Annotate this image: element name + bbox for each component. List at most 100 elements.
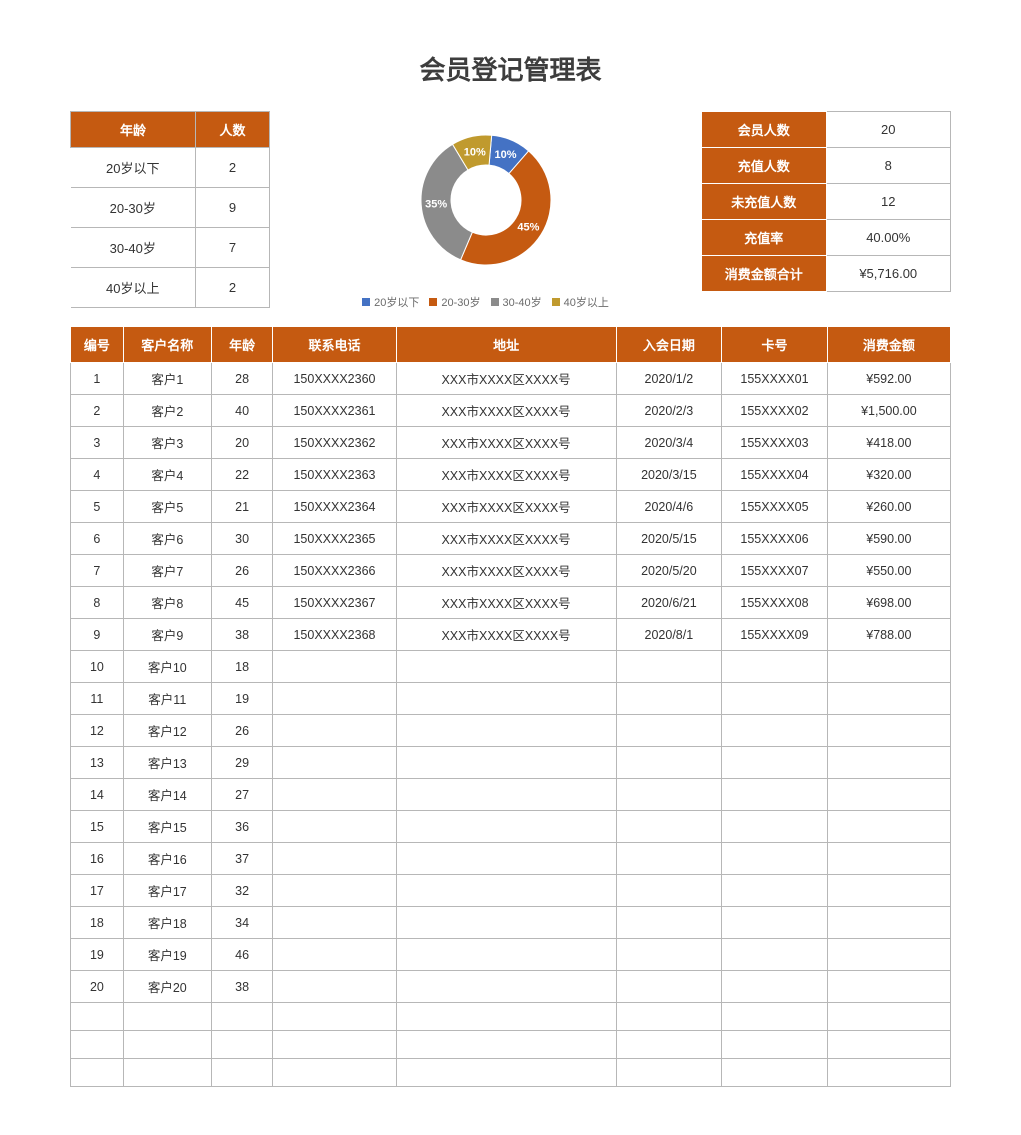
member-cell-date: 2020/5/15 [616,523,722,555]
member-cell-no: 6 [71,523,124,555]
member-cell-date: 2020/3/15 [616,459,722,491]
member-cell-age: 38 [211,971,273,1003]
member-table-row: 16客户1637 [71,843,951,875]
member-table-row: 2客户240150XXXX2361XXX市XXXX区XXXX号2020/2/31… [71,395,951,427]
member-cell-addr [396,651,616,683]
member-cell-age: 46 [211,939,273,971]
member-cell-amt [827,971,950,1003]
age-count: 7 [196,228,270,268]
legend-label: 40岁以上 [564,294,609,310]
member-cell-date: 2020/6/21 [616,587,722,619]
member-table-row: 18客户1834 [71,907,951,939]
member-table-row [71,1003,951,1031]
member-cell-no: 18 [71,907,124,939]
member-cell-no: 16 [71,843,124,875]
member-cell-name: 客户15 [123,811,211,843]
member-cell-date: 2020/3/4 [616,427,722,459]
member-cell-card [722,779,828,811]
member-cell-tel [273,939,396,971]
member-cell-tel [273,1003,396,1031]
member-cell-name: 客户10 [123,651,211,683]
member-cell-date: 2020/1/2 [616,363,722,395]
member-table-row: 20客户2038 [71,971,951,1003]
member-table-row: 3客户320150XXXX2362XXX市XXXX区XXXX号2020/3/41… [71,427,951,459]
member-cell-amt [827,1003,950,1031]
summary-row: 未充值人数12 [702,184,951,220]
member-cell-tel [273,715,396,747]
summary-value: 12 [826,184,951,220]
age-table-row: 30-40岁7 [71,228,270,268]
member-cell-card [722,971,828,1003]
member-cell-addr [396,875,616,907]
member-cell-no: 3 [71,427,124,459]
member-cell-tel [273,1031,396,1059]
member-cell-no: 20 [71,971,124,1003]
member-cell-amt: ¥1,500.00 [827,395,950,427]
member-cell-addr [396,715,616,747]
member-cell-card: 155XXXX01 [722,363,828,395]
member-table-header: 地址 [396,327,616,363]
member-cell-date [616,875,722,907]
member-cell-card: 155XXXX06 [722,523,828,555]
legend-item: 20岁以下 [362,294,419,310]
member-cell-amt [827,715,950,747]
member-cell-age: 26 [211,555,273,587]
member-table-row: 6客户630150XXXX2365XXX市XXXX区XXXX号2020/5/15… [71,523,951,555]
member-cell-name [123,1003,211,1031]
member-cell-addr: XXX市XXXX区XXXX号 [396,491,616,523]
age-label: 30-40岁 [71,228,196,268]
member-cell-no: 8 [71,587,124,619]
member-cell-no: 7 [71,555,124,587]
member-cell-amt: ¥320.00 [827,459,950,491]
member-cell-no: 4 [71,459,124,491]
page-title: 会员登记管理表 [70,50,951,87]
member-cell-amt [827,1059,950,1087]
member-cell-amt [827,811,950,843]
member-cell-no: 10 [71,651,124,683]
member-cell-addr [396,939,616,971]
member-table-header: 客户名称 [123,327,211,363]
member-cell-name: 客户13 [123,747,211,779]
member-cell-age [211,1059,273,1087]
member-cell-no: 5 [71,491,124,523]
member-table-header: 消费金额 [827,327,950,363]
member-cell-addr [396,1059,616,1087]
member-cell-name: 客户4 [123,459,211,491]
member-table-row: 10客户1018 [71,651,951,683]
member-table-header: 联系电话 [273,327,396,363]
member-table-row: 13客户1329 [71,747,951,779]
member-cell-age [211,1031,273,1059]
member-cell-date [616,1059,722,1087]
member-cell-age: 29 [211,747,273,779]
summary-label: 未充值人数 [702,184,827,220]
member-cell-addr [396,747,616,779]
member-cell-name: 客户14 [123,779,211,811]
donut-slice-label: 45% [517,221,539,233]
member-cell-age: 21 [211,491,273,523]
member-table-row: 11客户1119 [71,683,951,715]
member-cell-no [71,1031,124,1059]
summary-value: 40.00% [826,220,951,256]
member-cell-age: 37 [211,843,273,875]
member-table-header: 编号 [71,327,124,363]
member-cell-amt [827,939,950,971]
member-cell-name: 客户17 [123,875,211,907]
member-cell-tel [273,683,396,715]
member-cell-name: 客户3 [123,427,211,459]
member-cell-card [722,1003,828,1031]
age-donut-chart: 10%45%35%10% 20岁以下20-30岁30-40岁40岁以上 [294,111,677,310]
legend-item: 20-30岁 [429,294,480,310]
member-cell-no: 1 [71,363,124,395]
member-table-row: 14客户1427 [71,779,951,811]
member-cell-amt [827,843,950,875]
member-cell-amt [827,747,950,779]
member-table-row: 12客户1226 [71,715,951,747]
member-cell-age [211,1003,273,1031]
member-cell-no [71,1003,124,1031]
member-cell-amt [827,1031,950,1059]
member-cell-addr [396,1003,616,1031]
member-cell-tel [273,1059,396,1087]
donut-slice-label: 10% [494,149,516,161]
member-cell-tel: 150XXXX2368 [273,619,396,651]
legend-label: 20-30岁 [441,294,480,310]
